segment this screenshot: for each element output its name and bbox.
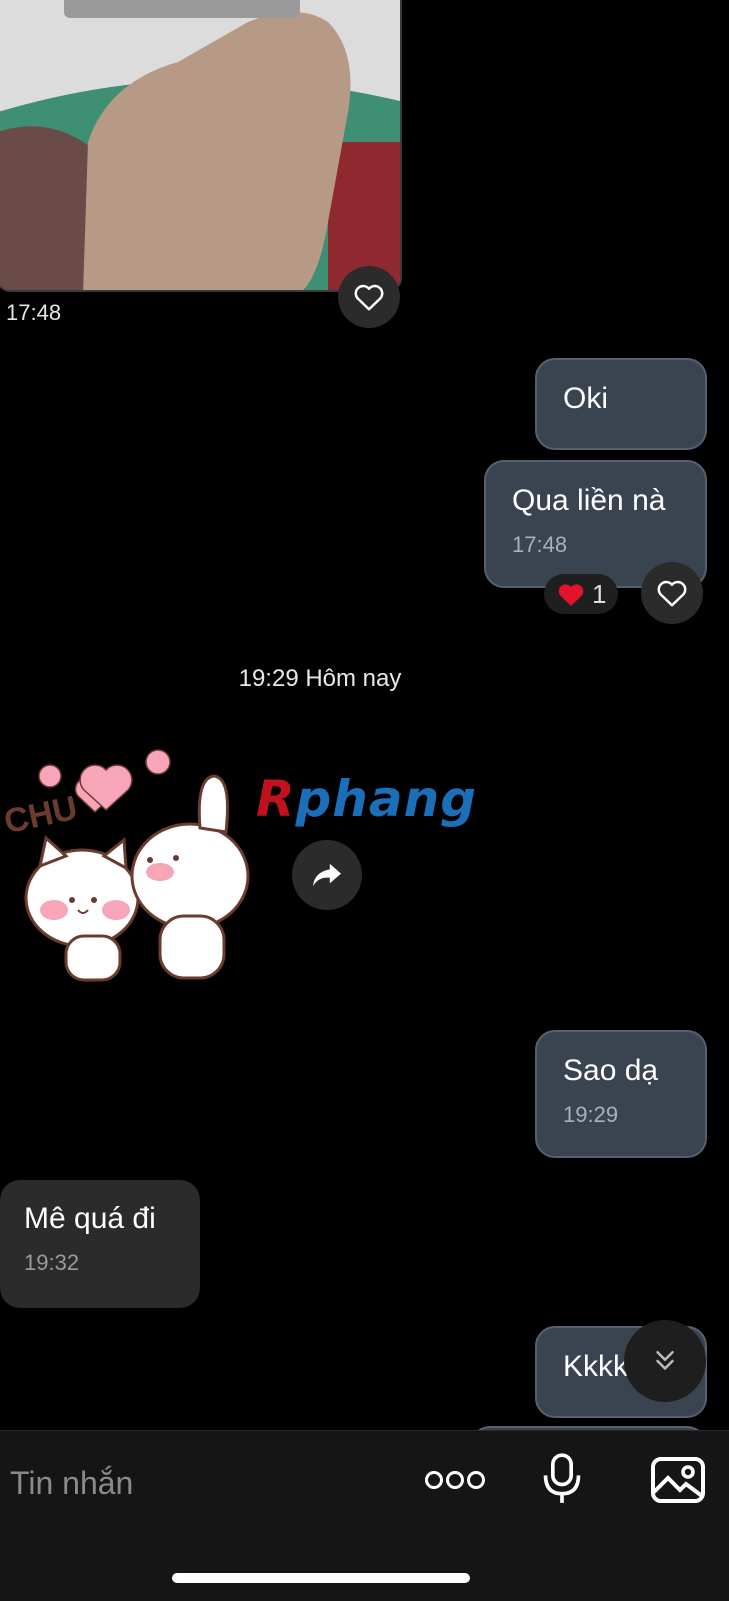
message-text: Sao dạ [563,1054,659,1087]
red-heart-emoji-icon [558,584,584,606]
photo-message[interactable] [0,0,402,292]
message-bubble-outgoing[interactable]: Oki [535,358,707,450]
message-bubble-incoming[interactable]: Mê quá đi 19:32 [0,1180,200,1308]
message-like-button[interactable] [641,562,703,624]
message-text: Qua liền nà [512,484,666,517]
reaction-count: 1 [592,578,607,609]
date-separator: 19:29 Hôm nay [238,665,402,692]
message-timestamp: 19:29 [563,1102,619,1127]
watermark-logo: Rphang [256,770,477,828]
watermark-first-letter: R [256,770,296,828]
message-timestamp: 17:48 [512,532,568,557]
forward-button[interactable] [292,840,362,910]
watermark-rest: phang [295,770,478,828]
more-dots-icon [425,1471,485,1489]
double-chevron-down-icon [656,1351,674,1370]
home-indicator [172,1573,470,1583]
message-text: Kkkk [563,1350,629,1383]
voice-record-button[interactable] [540,1451,584,1512]
message-text: Mê quá đi [24,1202,156,1235]
heart-outline-icon [657,580,687,607]
message-timestamp: 19:32 [24,1250,80,1275]
message-text: Oki [563,382,608,415]
sticker-image [24,749,250,982]
gallery-button[interactable] [650,1455,706,1510]
message-input-bar: Tin nhắn [0,1430,729,1601]
message-bubble-outgoing[interactable]: Sao dạ 19:29 [535,1030,707,1158]
photo-image [0,0,400,290]
microphone-icon [543,1453,581,1503]
photo-like-button[interactable] [338,266,400,328]
forward-arrow-icon [313,863,341,887]
message-input[interactable]: Tin nhắn [10,1465,133,1502]
sticker-message[interactable]: CHU [0,748,270,1008]
photo-timestamp: 17:48 [6,300,62,325]
image-gallery-icon [651,1457,705,1503]
reaction-badge[interactable]: 1 [544,574,619,614]
more-options-button[interactable] [424,1467,486,1498]
scroll-to-bottom-button[interactable] [624,1320,706,1402]
heart-outline-icon [354,284,384,311]
